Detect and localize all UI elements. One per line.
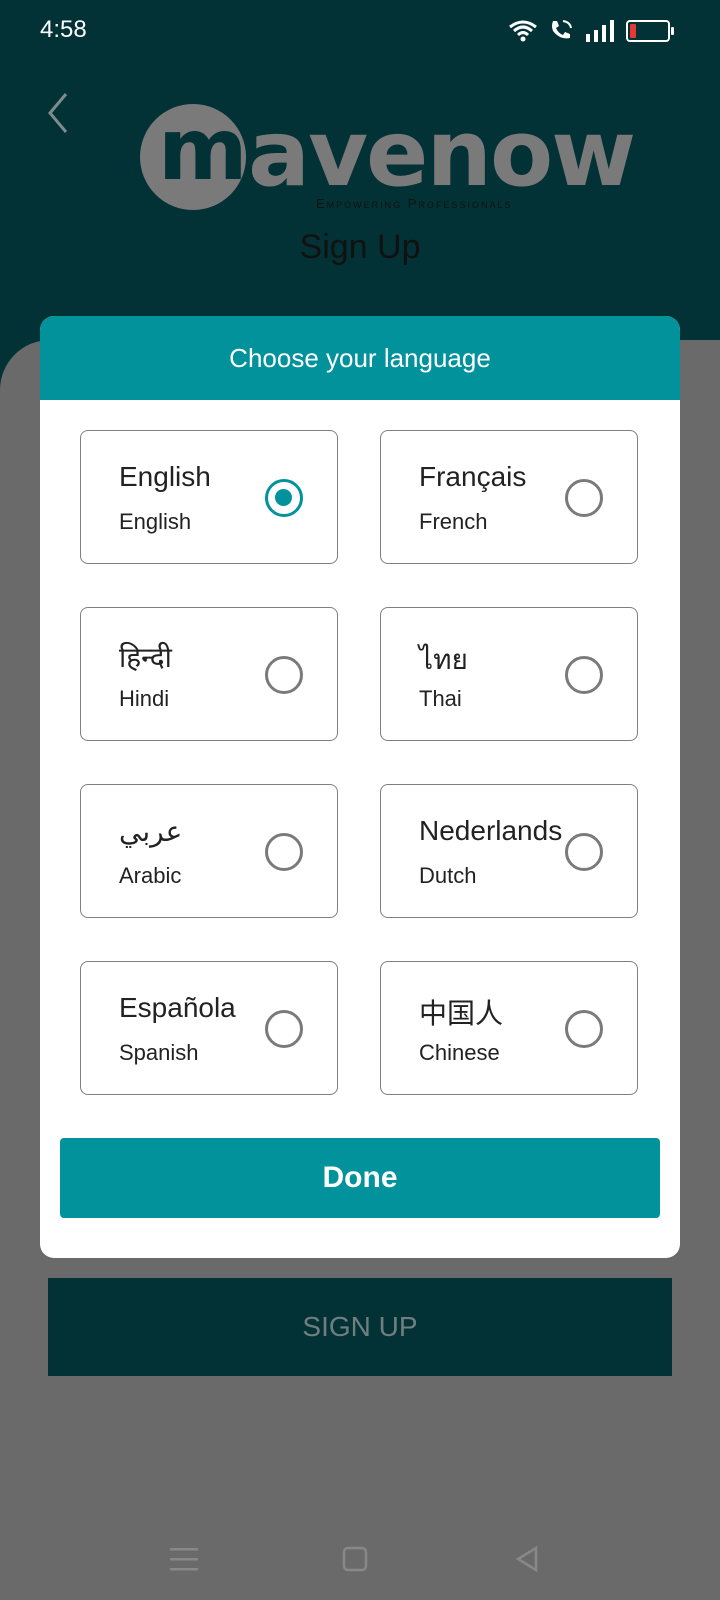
page-title: Sign Up	[299, 228, 421, 266]
logo-tagline: Empowering Professionals	[316, 196, 513, 211]
sign-up-button[interactable]: SIGN UP	[48, 1278, 672, 1376]
radio-icon[interactable]	[565, 1010, 603, 1048]
language-english-name: Arabic	[119, 863, 182, 888]
language-english-name: Dutch	[419, 863, 477, 888]
language-option-thai[interactable]: ไทย Thai	[380, 607, 638, 741]
language-english-name: Chinese	[419, 1040, 500, 1065]
language-english-name: English	[119, 509, 192, 534]
radio-icon[interactable]	[265, 656, 303, 694]
signal-icon	[586, 20, 614, 42]
back-triangle-icon[interactable]	[508, 1540, 548, 1580]
dialog-title: Choose your language	[40, 316, 680, 400]
language-option-arabic[interactable]: عربي Arabic	[80, 784, 338, 918]
language-dialog: Choose your language English English Fra…	[40, 316, 680, 1258]
wifi-icon	[509, 20, 537, 42]
language-english-name: Spanish	[119, 1040, 199, 1065]
language-option-chinese[interactable]: 中国人 Chinese	[380, 961, 638, 1095]
battery-icon	[626, 20, 674, 42]
language-option-spanish[interactable]: Española Spanish	[80, 961, 338, 1095]
language-native-name: Española	[119, 992, 236, 1023]
language-option-hindi[interactable]: हिन्दी Hindi	[80, 607, 338, 741]
language-english-name: Thai	[419, 686, 462, 711]
radio-icon[interactable]	[565, 479, 603, 517]
language-english-name: Hindi	[119, 686, 170, 711]
logo-m-letter: m	[158, 100, 248, 200]
mavenow-logo: m avenow Empowering Professionals	[140, 100, 636, 220]
language-native-name: ไทย	[419, 644, 468, 675]
radio-icon[interactable]	[265, 1010, 303, 1048]
language-english-name: French	[419, 509, 488, 534]
status-time: 4:58	[40, 16, 87, 43]
language-native-name: Nederlands	[419, 815, 563, 846]
language-native-name: عربي	[119, 816, 183, 847]
done-button[interactable]: Done	[60, 1138, 660, 1218]
radio-selected-icon[interactable]	[265, 479, 303, 517]
language-native-name: Français	[419, 461, 527, 492]
radio-icon[interactable]	[265, 833, 303, 871]
language-option-french[interactable]: Français French	[380, 430, 638, 564]
language-native-name: English	[119, 461, 211, 492]
radio-icon[interactable]	[565, 656, 603, 694]
language-native-name: 中国人	[419, 998, 504, 1029]
menu-icon[interactable]	[164, 1540, 204, 1580]
back-arrow-icon[interactable]	[40, 88, 80, 138]
language-option-dutch[interactable]: Nederlands Dutch	[380, 784, 638, 918]
wifi-call-icon	[552, 20, 572, 39]
system-nav-bar	[0, 1520, 720, 1600]
home-square-icon[interactable]	[335, 1540, 375, 1580]
status-icons	[508, 18, 674, 44]
logo-word: avenow	[248, 100, 636, 207]
radio-icon[interactable]	[565, 833, 603, 871]
language-native-name: हिन्दी	[119, 642, 172, 673]
language-option-english[interactable]: English English	[80, 430, 338, 564]
